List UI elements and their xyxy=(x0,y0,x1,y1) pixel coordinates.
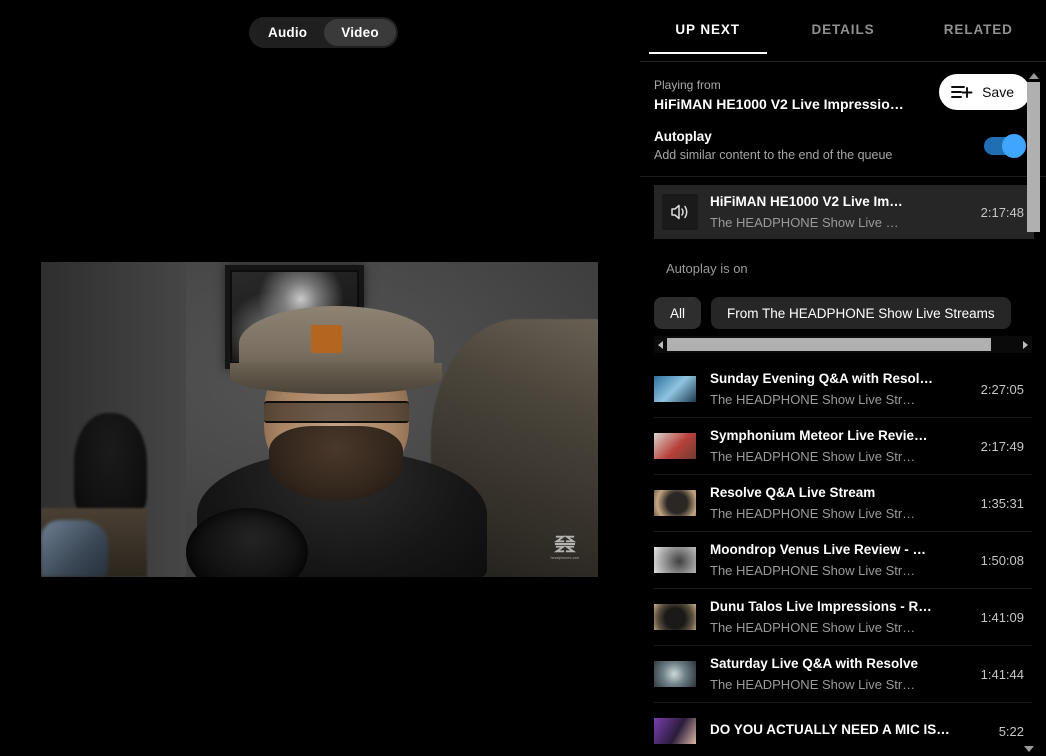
list-item-duration: 1:35:31 xyxy=(980,495,1024,511)
speaker-icon xyxy=(671,204,688,220)
list-item-text: Saturday Live Q&A with Resolve The HEADP… xyxy=(710,655,967,693)
list-item-duration: 1:41:44 xyxy=(980,666,1024,682)
player-page: Audio Video headphones.com UP NEXT DETAI… xyxy=(0,0,1046,756)
list-item[interactable]: Moondrop Venus Live Review - … The HEADP… xyxy=(654,532,1032,589)
tab-related[interactable]: RELATED xyxy=(911,22,1046,53)
hscroll-track[interactable] xyxy=(667,338,1019,351)
scroll-left-arrow-icon[interactable] xyxy=(654,336,667,353)
list-item-duration: 1:50:08 xyxy=(980,552,1024,568)
save-button-label: Save xyxy=(982,84,1014,100)
video-person-glasses xyxy=(263,400,409,423)
filter-chips-row: All From The HEADPHONE Show Live Streams xyxy=(640,295,1046,331)
video-thumbnail xyxy=(654,718,696,744)
scroll-right-arrow-icon[interactable] xyxy=(1019,336,1032,353)
list-item-title: Saturday Live Q&A with Resolve xyxy=(710,656,919,671)
video-thumbnail xyxy=(654,376,696,402)
list-item[interactable]: Symphonium Meteor Live Revie… The HEADPH… xyxy=(654,418,1032,475)
autoplay-title: Autoplay xyxy=(654,129,712,144)
autoplay-row: Autoplay Add similar content to the end … xyxy=(640,120,1046,177)
autoplay-toggle[interactable] xyxy=(984,134,1026,158)
list-item-text: Moondrop Venus Live Review - … The HEADP… xyxy=(710,541,967,579)
list-item-duration: 2:17:49 xyxy=(980,438,1024,454)
list-item-channel: The HEADPHONE Show Live Str… xyxy=(710,449,916,464)
list-item-text: Dunu Talos Live Impressions - R… The HEA… xyxy=(710,598,967,636)
audio-video-toggle[interactable]: Audio Video xyxy=(249,17,398,48)
headphones-logo-icon xyxy=(554,535,576,553)
video-surface[interactable]: headphones.com xyxy=(41,262,598,577)
current-item-text: HiFiMAN HE1000 V2 Live Im… The HEADPHONE… xyxy=(710,193,969,231)
up-next-list: Sunday Evening Q&A with Resol… The HEADP… xyxy=(640,361,1046,756)
save-button[interactable]: Save xyxy=(939,74,1030,110)
autoplay-status-note: Autoplay is on xyxy=(666,261,748,276)
playlist-add-icon xyxy=(951,86,973,98)
video-thumbnail xyxy=(654,604,696,630)
list-item-text: Symphonium Meteor Live Revie… The HEADPH… xyxy=(710,427,967,465)
tab-up-next[interactable]: UP NEXT xyxy=(640,22,775,53)
watermark-text: headphones.com xyxy=(550,556,580,560)
list-item-channel: The HEADPHONE Show Live Str… xyxy=(710,620,916,635)
panel-vertical-scrollbar[interactable] xyxy=(1027,70,1040,240)
chips-horizontal-scrollbar[interactable] xyxy=(654,336,1032,353)
video-foreground-object xyxy=(41,520,108,577)
current-item-title: HiFiMAN HE1000 V2 Live Im… xyxy=(710,194,903,209)
video-person-beard xyxy=(269,425,404,502)
list-item-duration: 5:22 xyxy=(998,723,1024,739)
list-item-text: DO YOU ACTUALLY NEED A MIC IS… xyxy=(710,721,985,742)
video-thumbnail xyxy=(654,433,696,459)
list-item-text: Sunday Evening Q&A with Resol… The HEADP… xyxy=(710,370,967,408)
current-item-thumbnail xyxy=(662,194,698,230)
list-item-title: Dunu Talos Live Impressions - R… xyxy=(710,599,932,614)
current-item-channel: The HEADPHONE Show Live … xyxy=(710,215,899,230)
vscroll-thumb[interactable] xyxy=(1027,82,1040,232)
list-item[interactable]: Saturday Live Q&A with Resolve The HEADP… xyxy=(654,646,1032,703)
playing-from-section: Playing from HiFiMAN HE1000 V2 Live Impr… xyxy=(640,62,1046,120)
list-item-duration: 2:27:05 xyxy=(980,381,1024,397)
video-cap-logo xyxy=(311,325,342,354)
list-item-channel: The HEADPHONE Show Live Str… xyxy=(710,506,916,521)
chip-from-channel[interactable]: From The HEADPHONE Show Live Streams xyxy=(711,297,1011,329)
panel-tabs: UP NEXT DETAILS RELATED xyxy=(640,0,1046,62)
video-watermark: headphones.com xyxy=(542,527,588,567)
scroll-up-arrow-icon[interactable] xyxy=(1027,70,1040,81)
video-thumbnail xyxy=(654,547,696,573)
list-item-duration: 1:41:09 xyxy=(980,609,1024,625)
video-thumbnail xyxy=(654,490,696,516)
video-toggle-option[interactable]: Video xyxy=(324,19,396,46)
list-item[interactable]: Sunday Evening Q&A with Resol… The HEADP… xyxy=(654,361,1032,418)
video-thumbnail xyxy=(654,661,696,687)
list-item-channel: The HEADPHONE Show Live Str… xyxy=(710,563,916,578)
panel-body: Playing from HiFiMAN HE1000 V2 Live Impr… xyxy=(640,62,1046,756)
list-item[interactable]: Dunu Talos Live Impressions - R… The HEA… xyxy=(654,589,1032,646)
side-panel: UP NEXT DETAILS RELATED Playing from HiF… xyxy=(640,0,1046,756)
list-item-title: Resolve Q&A Live Stream xyxy=(710,485,876,500)
list-item-channel: The HEADPHONE Show Live Str… xyxy=(710,677,916,692)
tab-details[interactable]: DETAILS xyxy=(775,22,910,53)
player-pane: Audio Video headphones.com xyxy=(0,0,640,756)
list-item[interactable]: Resolve Q&A Live Stream The HEADPHONE Sh… xyxy=(654,475,1032,532)
list-item-title: Sunday Evening Q&A with Resol… xyxy=(710,371,934,386)
audio-toggle-option[interactable]: Audio xyxy=(251,19,324,46)
list-item-title: DO YOU ACTUALLY NEED A MIC IS… xyxy=(710,721,950,737)
list-item-channel: The HEADPHONE Show Live Str… xyxy=(710,392,916,407)
list-item[interactable]: DO YOU ACTUALLY NEED A MIC IS… 5:22 xyxy=(654,703,1032,756)
autoplay-subtitle: Add similar content to the end of the qu… xyxy=(654,148,893,162)
hscroll-thumb[interactable] xyxy=(667,338,991,351)
current-item-duration: 2:17:48 xyxy=(980,204,1024,220)
list-item-title: Symphonium Meteor Live Revie… xyxy=(710,428,928,443)
list-item-title: Moondrop Venus Live Review - … xyxy=(710,542,927,557)
current-queue-item[interactable]: HiFiMAN HE1000 V2 Live Im… The HEADPHONE… xyxy=(654,185,1034,239)
chip-all[interactable]: All xyxy=(654,297,702,329)
video-lamp xyxy=(74,413,147,521)
playing-from-title: HiFiMAN HE1000 V2 Live Impressio… xyxy=(654,96,904,112)
scroll-down-arrow-icon[interactable] xyxy=(1024,746,1034,752)
autoplay-text-block: Autoplay Add similar content to the end … xyxy=(654,128,892,164)
list-item-text: Resolve Q&A Live Stream The HEADPHONE Sh… xyxy=(710,484,967,522)
